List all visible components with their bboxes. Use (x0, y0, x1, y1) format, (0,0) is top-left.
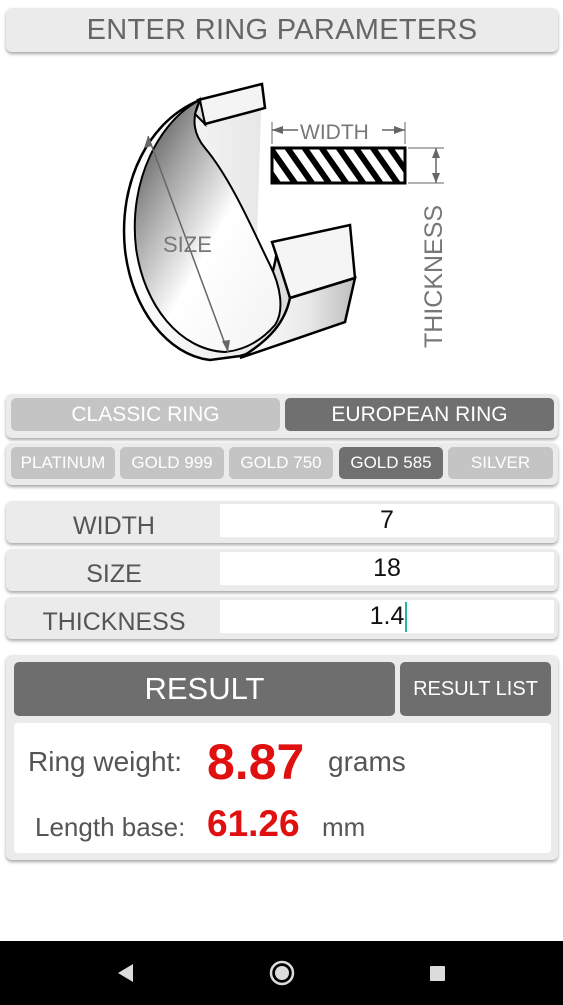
back-icon[interactable] (118, 964, 133, 982)
result-list-button[interactable]: RESULT LIST (400, 662, 551, 716)
thickness-input[interactable] (220, 600, 554, 633)
result-box: Ring weight: 8.87 grams Length base: 61.… (14, 723, 551, 853)
european-ring-option[interactable]: EUROPEAN RING (285, 398, 554, 431)
length-value: 61.26 (207, 803, 300, 844)
thickness-label-text: THICKNESS (42, 608, 186, 636)
width-label-text: WIDTH (73, 512, 155, 540)
size-row: SIZE (6, 549, 558, 591)
weight-value: 8.87 (207, 734, 305, 790)
thickness-row: THICKNESS (6, 597, 558, 639)
thickness-label: THICKNESS (420, 205, 448, 348)
metal-option-gold-999[interactable]: GOLD 999 (120, 447, 224, 479)
navigation-bar (0, 941, 563, 1005)
weight-unit: grams (328, 746, 406, 777)
result-button[interactable]: RESULT (14, 662, 395, 716)
metal-selector: PLATINUM GOLD 999 GOLD 750 GOLD 585 SILV… (6, 443, 558, 485)
width-row: WIDTH (6, 501, 558, 543)
metal-option-gold-750[interactable]: GOLD 750 (229, 447, 333, 479)
home-icon[interactable] (269, 960, 295, 986)
size-input[interactable] (220, 552, 554, 585)
length-label: Length base: (35, 812, 186, 842)
text-cursor (405, 602, 407, 632)
width-input[interactable] (220, 504, 554, 537)
metal-option-platinum[interactable]: PLATINUM (11, 447, 115, 479)
ring-diagram: SIZE WIDTH THICKNESS (122, 82, 448, 362)
page-title: ENTER RING PARAMETERS (86, 13, 478, 46)
metal-option-gold-585[interactable]: GOLD 585 (339, 447, 443, 479)
metal-option-silver[interactable]: SILVER (448, 447, 553, 479)
length-unit: mm (322, 812, 366, 842)
ring-type-selector: CLASSIC RING EUROPEAN RING (6, 394, 558, 438)
weight-label: Ring weight: (28, 746, 183, 777)
title-bar: ENTER RING PARAMETERS (6, 8, 558, 52)
recents-icon[interactable] (430, 966, 445, 981)
classic-ring-option[interactable]: CLASSIC RING (11, 398, 280, 431)
width-label: WIDTH (300, 121, 369, 144)
result-panel: RESULT RESULT LIST Ring weight: 8.87 gra… (6, 655, 558, 860)
size-label-text: SIZE (86, 560, 142, 588)
size-label: SIZE (163, 232, 212, 257)
